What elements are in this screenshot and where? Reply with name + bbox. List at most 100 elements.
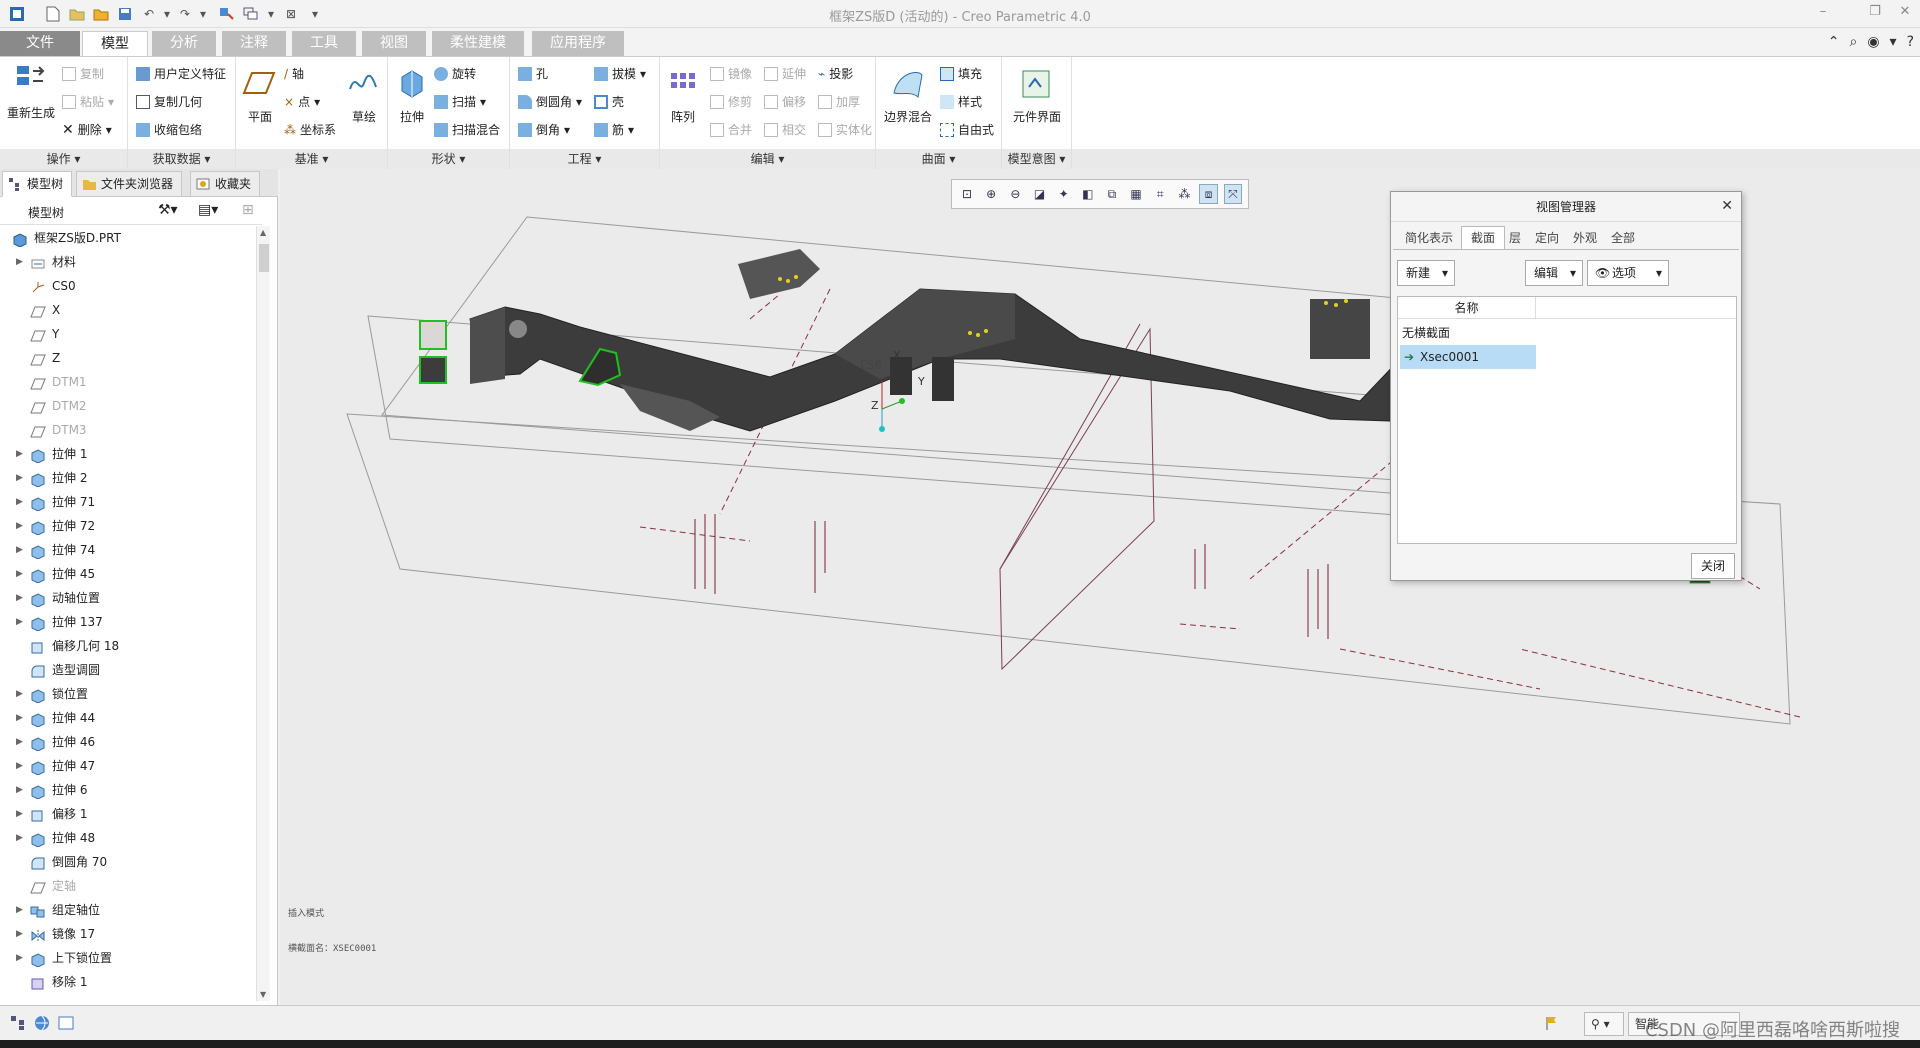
tree-item[interactable]: DTM3 (0, 418, 256, 442)
plane-button[interactable]: 平面 (240, 67, 280, 125)
expand-arrow-icon[interactable]: ▶ (16, 442, 23, 466)
tree-item[interactable]: 移除 1 (0, 970, 256, 994)
tree-item[interactable]: ▶ 拉伸 2 (0, 466, 256, 490)
tab-flexible-modeling[interactable]: 柔性建模 (432, 31, 524, 56)
tree-scrollbar[interactable]: ▲ ▼ (256, 226, 270, 1001)
point-button[interactable]: × 点 ▾ (284, 93, 320, 110)
list-item-selected[interactable]: ➔ Xsec0001 (1400, 345, 1536, 369)
csys-button[interactable]: ⁂ 坐标系 (284, 121, 336, 138)
tree-item[interactable]: ▶ 镜像 17 (0, 922, 256, 946)
thicken-button[interactable]: 加厚 (818, 93, 860, 110)
offset-button[interactable]: 偏移 (764, 93, 806, 110)
close-dialog-button[interactable]: 关闭 (1691, 553, 1735, 579)
group-title-engineering[interactable]: 工程 ▾ (510, 149, 659, 169)
tree-item[interactable]: 倒圆角 70 (0, 850, 256, 874)
scroll-down-icon[interactable]: ▼ (260, 990, 266, 999)
tree-item[interactable]: 造型调圆 (0, 658, 256, 682)
options-button[interactable]: 👁 选项 ▾ (1587, 260, 1669, 286)
paste-button[interactable]: 粘贴 ▾ (62, 93, 114, 110)
expand-arrow-icon[interactable]: ▶ (16, 802, 23, 826)
tree-item[interactable]: ▶ 动轴位置 (0, 586, 256, 610)
tree-item[interactable]: ▶ 偏移 1 (0, 802, 256, 826)
expand-arrow-icon[interactable]: ▶ (16, 538, 23, 562)
tree-item[interactable]: ▶ 拉伸 1 (0, 442, 256, 466)
tree-item[interactable]: ▶ 拉伸 44 (0, 706, 256, 730)
shrinkwrap-button[interactable]: 收缩包络 (136, 121, 202, 138)
tree-item[interactable]: DTM2 (0, 394, 256, 418)
delete-button[interactable]: ✕ 删除 ▾ (62, 121, 112, 138)
chevron-down-icon[interactable]: ▾ (1890, 34, 1897, 50)
expand-arrow-icon[interactable]: ▶ (16, 946, 23, 970)
tree-filter-icon[interactable]: ⊞ (242, 202, 254, 218)
tree-item[interactable]: ▶ 拉伸 71 (0, 490, 256, 514)
copy-geometry-button[interactable]: 复制几何 (136, 93, 202, 110)
extrude-button[interactable]: 拉伸 (392, 67, 432, 125)
expand-arrow-icon[interactable]: ▶ (16, 586, 23, 610)
tab-file[interactable]: 文件 (0, 31, 80, 56)
tree-item[interactable]: ▶ 材料 (0, 250, 256, 274)
group-title-shapes[interactable]: 形状 ▾ (388, 149, 509, 169)
tab-folder-browser[interactable]: 文件夹浏览器 (76, 171, 183, 197)
regenerate-button[interactable]: 重新生成 (4, 63, 58, 121)
find-button[interactable]: ⚲ ▾ (1584, 1012, 1624, 1036)
restore-button[interactable]: ❐ (1864, 4, 1886, 24)
tree-item[interactable]: CS0 (0, 274, 256, 298)
revolve-button[interactable]: 旋转 (434, 65, 476, 82)
round-button[interactable]: 倒圆角 ▾ (518, 93, 582, 110)
hole-button[interactable]: 孔 (518, 65, 548, 82)
rib-button[interactable]: 筋 ▾ (594, 121, 634, 138)
expand-arrow-icon[interactable]: ▶ (16, 514, 23, 538)
tab-tools[interactable]: 工具 (292, 31, 356, 56)
expand-arrow-icon[interactable]: ▶ (16, 490, 23, 514)
tab-view[interactable]: 视图 (362, 31, 426, 56)
boundary-blend-button[interactable]: 边界混合 (880, 67, 936, 125)
list-item[interactable]: 无横截面 (1400, 321, 1450, 345)
tree-item[interactable]: ▶ 拉伸 6 (0, 778, 256, 802)
group-title-surfaces[interactable]: 曲面 ▾ (876, 149, 1001, 169)
sketch-button[interactable]: 草绘 (346, 67, 382, 125)
tree-item[interactable]: DTM1 (0, 370, 256, 394)
draft-button[interactable]: 拔模 ▾ (594, 65, 646, 82)
solidify-button[interactable]: 实体化 (818, 121, 872, 138)
tab-model-tree[interactable]: 模型树 (2, 171, 73, 197)
expand-arrow-icon[interactable]: ▶ (16, 562, 23, 586)
tree-item[interactable]: ▶ 锁位置 (0, 682, 256, 706)
tab-annotate[interactable]: 注释 (222, 31, 286, 56)
project-button[interactable]: ⌁ 投影 (818, 65, 853, 82)
shell-button[interactable]: 壳 (594, 93, 624, 110)
tab-all[interactable]: 全部 (1601, 226, 1645, 250)
tree-item[interactable]: ▶ 拉伸 48 (0, 826, 256, 850)
expand-arrow-icon[interactable]: ▶ (16, 466, 23, 490)
column-name[interactable]: 名称 (1398, 297, 1536, 319)
expand-arrow-icon[interactable]: ▶ (16, 730, 23, 754)
navigator-toggle-icon[interactable] (10, 1015, 26, 1031)
tab-analysis[interactable]: 分析 (152, 31, 216, 56)
copy-button[interactable]: 复制 (62, 65, 104, 82)
mirror-button[interactable]: 镜像 (710, 65, 752, 82)
edit-button[interactable]: 编辑 ▾ (1525, 260, 1583, 286)
trim-button[interactable]: 修剪 (710, 93, 752, 110)
tree-item[interactable]: ▶ 拉伸 45 (0, 562, 256, 586)
scroll-up-icon[interactable]: ▲ (260, 228, 266, 237)
tree-item[interactable]: 框架ZS版D.PRT (0, 226, 256, 250)
expand-arrow-icon[interactable]: ▶ (16, 250, 23, 274)
group-title-model-intent[interactable]: 模型意图 ▾ (1002, 149, 1071, 169)
group-title-get-data[interactable]: 获取数据 ▾ (128, 149, 235, 169)
close-icon[interactable]: ✕ (1721, 198, 1733, 214)
tab-model[interactable]: 模型 (82, 31, 148, 56)
tree-item[interactable]: ▶ 拉伸 137 (0, 610, 256, 634)
help-icon[interactable]: ? (1907, 34, 1914, 50)
fill-button[interactable]: 填充 (940, 65, 982, 82)
extend-button[interactable]: 延伸 (764, 65, 806, 82)
tree-item[interactable]: ▶ 拉伸 46 (0, 730, 256, 754)
expand-arrow-icon[interactable]: ▶ (16, 706, 23, 730)
chamfer-button[interactable]: 倒角 ▾ (518, 121, 570, 138)
tree-item[interactable]: ▶ 拉伸 47 (0, 754, 256, 778)
message-flag-icon[interactable] (1544, 1015, 1560, 1031)
expand-arrow-icon[interactable]: ▶ (16, 754, 23, 778)
search-icon[interactable]: ⌕ (1849, 34, 1857, 50)
freestyle-button[interactable]: 自由式 (940, 121, 994, 138)
tree-item[interactable]: 定轴 (0, 874, 256, 898)
tab-applications[interactable]: 应用程序 (532, 31, 624, 56)
expand-arrow-icon[interactable]: ▶ (16, 610, 23, 634)
